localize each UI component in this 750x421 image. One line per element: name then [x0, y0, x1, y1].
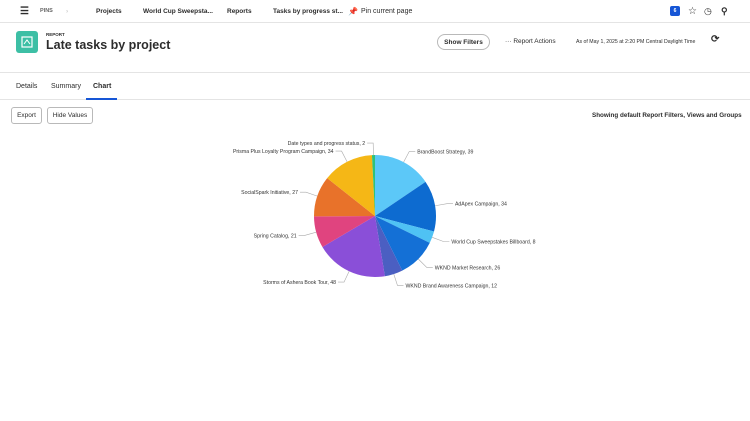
tab-bar: Details Summary Chart [0, 74, 750, 100]
refresh-icon[interactable]: ⟳ [711, 34, 719, 45]
slice-label: WKND Market Research, 26 [435, 265, 501, 271]
leader-line [335, 150, 348, 162]
report-eyebrow: REPORT [46, 32, 65, 37]
pie-slice[interactable] [327, 155, 375, 216]
page-title: Late tasks by project [46, 38, 171, 52]
notification-badge[interactable]: 6 [670, 6, 680, 16]
tab-chart[interactable]: Chart [93, 83, 111, 90]
leader-line [393, 273, 404, 286]
leader-line [403, 151, 416, 163]
report-icon [16, 31, 38, 53]
menu-icon[interactable]: ☰ [20, 6, 29, 17]
report-actions-label: Report Actions [513, 38, 556, 45]
breadcrumb-projects[interactable]: Projects [96, 8, 122, 15]
report-info: Showing default Report Filters, Views an… [592, 112, 742, 119]
pie-slice[interactable] [375, 216, 403, 277]
pie-slice[interactable] [375, 155, 426, 216]
pie-slice[interactable] [314, 178, 375, 217]
timestamp: As of May 1, 2025 at 2:20 PM Central Day… [576, 39, 696, 45]
leader-line [432, 237, 450, 242]
pie-slice[interactable] [375, 216, 430, 271]
chevron-right-icon: › [66, 7, 69, 15]
show-filters-button[interactable]: Show Filters [437, 34, 490, 50]
star-icon[interactable]: ☆ [688, 6, 697, 17]
report-actions-button[interactable]: ··· Report Actions [505, 38, 556, 45]
breadcrumb-reports[interactable]: Reports [227, 8, 252, 15]
pin-icon[interactable]: 📌 [348, 7, 358, 16]
active-tab-indicator [86, 98, 117, 100]
pie-slice[interactable] [314, 216, 375, 247]
slice-label: SocialSpark Initiative, 27 [241, 190, 298, 196]
pins-label[interactable]: PINS [40, 8, 53, 14]
tab-summary[interactable]: Summary [51, 83, 81, 90]
hide-values-button[interactable]: Hide Values [47, 107, 93, 124]
tab-details[interactable]: Details [16, 83, 37, 90]
slice-label: Prisma Plus Loyalty Program Campaign, 34 [233, 149, 334, 155]
top-nav: ☰ PINS › Projects World Cup Sweepsta... … [0, 0, 750, 23]
slice-label: Date types and progress status, 2 [288, 141, 366, 147]
leader-line [299, 191, 318, 197]
slice-label: AdApex Campaign, 34 [455, 202, 507, 208]
pie-slice[interactable] [375, 216, 435, 243]
slice-label: BrandBoost Strategy, 39 [417, 150, 473, 156]
pie-slice[interactable] [375, 181, 437, 232]
breadcrumb-report[interactable]: Tasks by progress st... [273, 8, 343, 15]
slice-label: Spring Catalog, 21 [254, 233, 297, 239]
leader-line [367, 142, 374, 156]
leader-line [338, 271, 350, 283]
pin-current-page[interactable]: Pin current page [361, 8, 412, 15]
slice-label: WKND Brand Awareness Campaign, 12 [405, 283, 497, 289]
leader-line [418, 258, 433, 268]
slice-label: World Cup Sweepstakes Billboard, 8 [451, 239, 535, 245]
pie-slice[interactable] [371, 154, 375, 216]
leader-line [435, 203, 453, 207]
export-button[interactable]: Export [11, 107, 42, 124]
breadcrumb-project[interactable]: World Cup Sweepsta... [143, 8, 213, 15]
slice-label: Storms of Ashera Book Tour, 48 [263, 280, 336, 286]
search-icon[interactable]: ⚲ [721, 6, 728, 17]
history-icon[interactable]: ◷ [704, 6, 712, 17]
pie-slice[interactable] [322, 216, 385, 277]
leader-line [298, 231, 317, 236]
